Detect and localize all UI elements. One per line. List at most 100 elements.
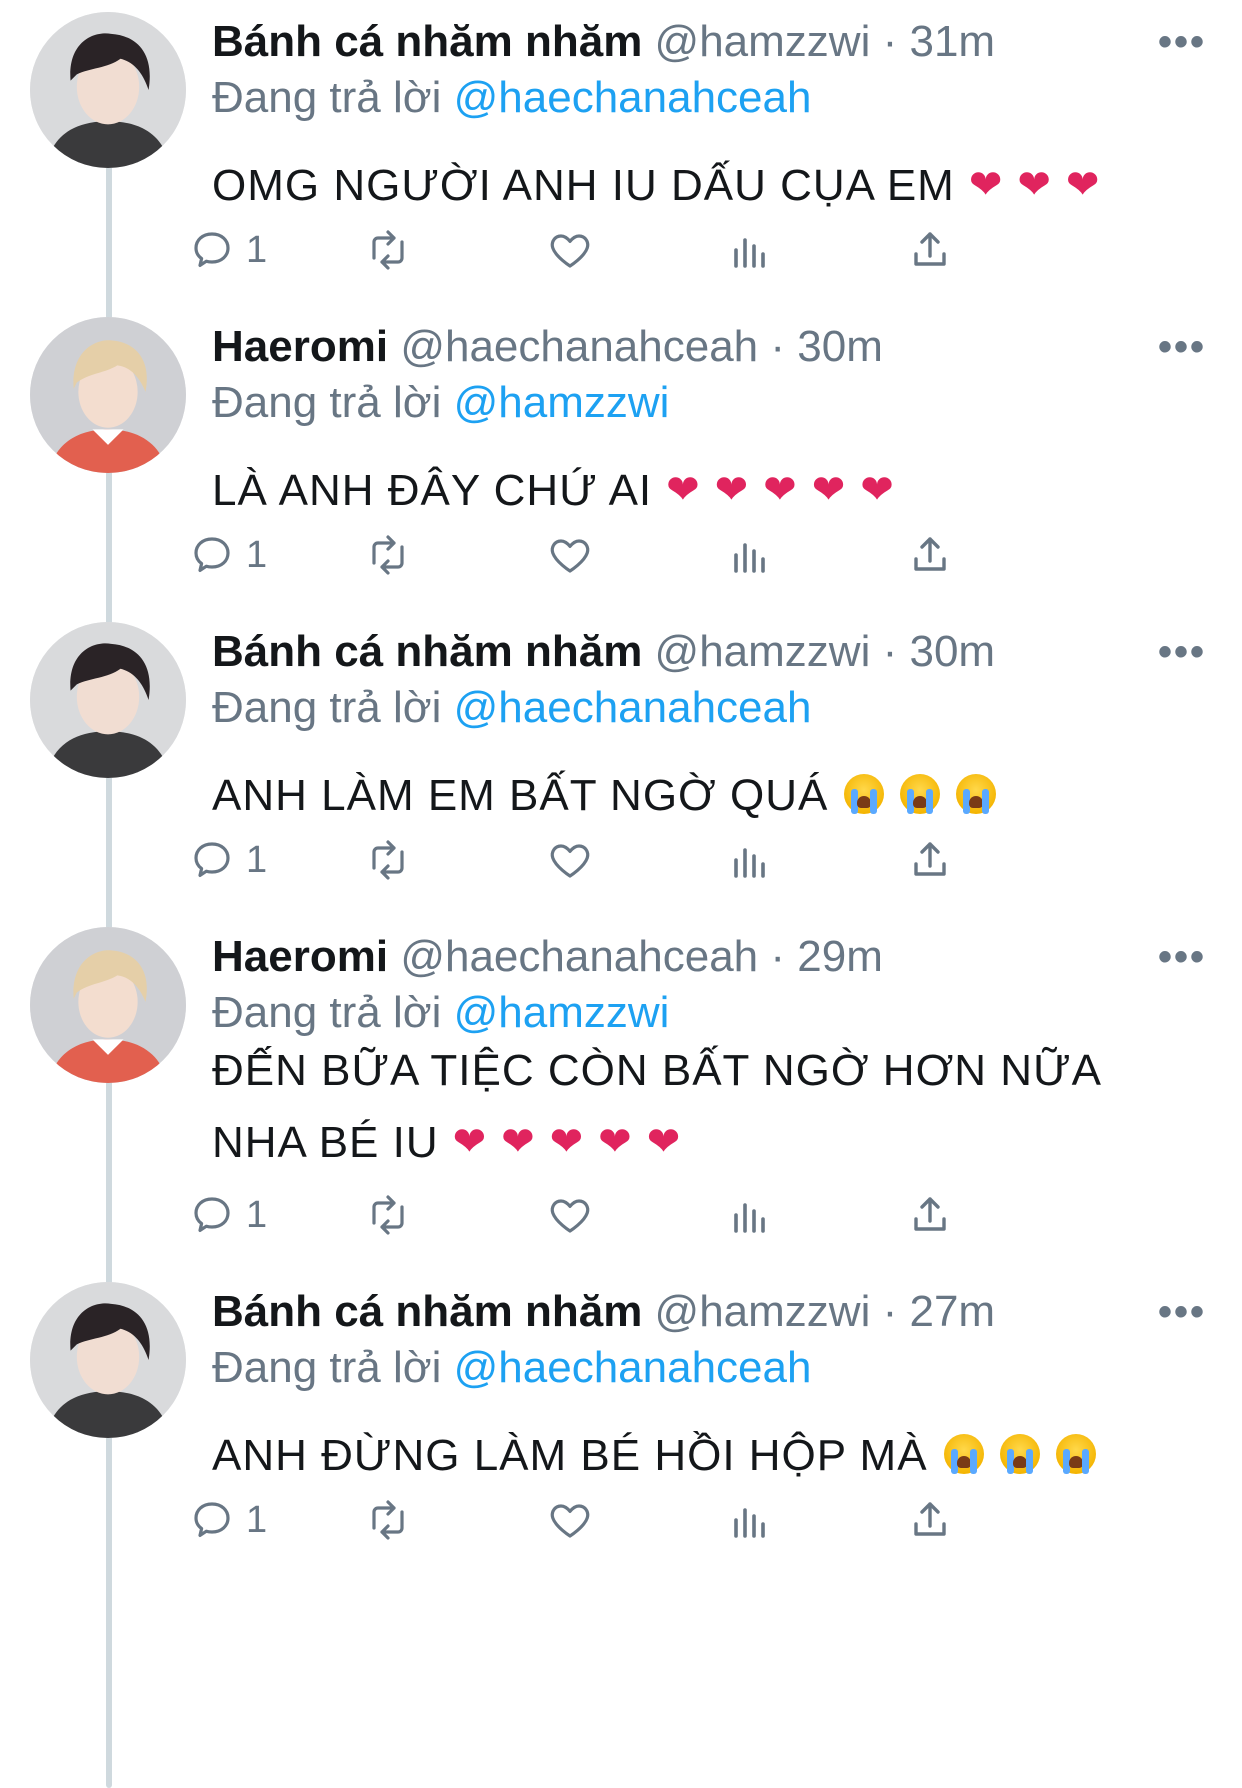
replying-to-mention[interactable]: @hamzzwi [454, 988, 670, 1037]
replying-to-line: Đang trả lời @hamzzwi [212, 375, 669, 431]
reply-button[interactable]: 1 [188, 525, 267, 585]
replying-to-mention[interactable]: @haechanahceah [454, 73, 812, 122]
author-handle[interactable]: @hamzzwi [655, 17, 871, 66]
red-heart-icon: ❤ [714, 468, 750, 513]
retweet-icon [372, 535, 404, 575]
share-button[interactable] [906, 525, 954, 585]
author-name[interactable]: Haeromi [212, 932, 388, 981]
replying-prefix: Đang trả lời [212, 683, 442, 732]
avatar[interactable] [30, 622, 186, 778]
replying-to-line: Đang trả lời @haechanahceah [212, 70, 811, 126]
loudly-crying-face-icon [956, 774, 997, 815]
red-heart-icon: ❤ [860, 468, 895, 513]
replying-to-line: Đang trả lời @haechanahceah [212, 680, 811, 736]
analytics-bars-icon [734, 543, 765, 573]
retweet-button[interactable] [364, 220, 412, 280]
tweet-text-line: LÀ ANH ĐÂY CHỨ AI ❤ ❤ ❤ ❤ ❤ [212, 455, 895, 529]
replying-to-mention[interactable]: @haechanahceah [454, 1343, 812, 1392]
red-heart-icon: ❤ [549, 1120, 585, 1165]
author-name[interactable]: Bánh cá nhăm nhăm [212, 17, 642, 66]
reply-bubble-icon [194, 232, 230, 267]
author-name[interactable]: Bánh cá nhăm nhăm [212, 1287, 642, 1336]
analytics-button[interactable] [726, 830, 774, 890]
avatar[interactable] [30, 12, 186, 168]
red-heart-icon: ❤ [1065, 163, 1101, 208]
retweet-button[interactable] [364, 1185, 412, 1245]
replying-prefix: Đang trả lời [212, 378, 442, 427]
reply-count: 1 [246, 228, 268, 271]
tweet-text: ANH LÀM EM BẤT NGỜ QUÁ [212, 760, 997, 832]
retweet-button[interactable] [364, 1490, 412, 1550]
analytics-button[interactable] [726, 525, 774, 585]
tweet-text: OMG NGƯỜI ANH IU DẤU CỤA EM ❤ ❤ ❤ [212, 150, 1100, 224]
red-heart-icon: ❤ [646, 1120, 682, 1165]
tweet-time[interactable]: · 31m [883, 17, 995, 66]
analytics-bars-icon [734, 1203, 765, 1233]
heart-outline-icon [550, 234, 590, 268]
analytics-bars-icon [734, 238, 765, 268]
tweet-text: LÀ ANH ĐÂY CHỨ AI ❤ ❤ ❤ ❤ ❤ [212, 455, 895, 529]
author-handle[interactable]: @haechanahceah [400, 322, 758, 371]
tweet-time[interactable]: · 30m [770, 322, 882, 371]
more-dots-icon[interactable]: ••• [1158, 1284, 1206, 1340]
red-heart-icon: ❤ [452, 1120, 488, 1165]
loudly-crying-face-icon [900, 774, 941, 815]
red-heart-icon: ❤ [968, 163, 1004, 208]
replying-to-mention[interactable]: @haechanahceah [454, 683, 812, 732]
more-dots-icon[interactable]: ••• [1158, 319, 1206, 375]
reply-count: 1 [246, 1498, 268, 1541]
analytics-bars-icon [734, 1508, 765, 1538]
replying-prefix: Đang trả lời [212, 73, 442, 122]
avatar[interactable] [30, 1282, 186, 1438]
tweet-header: Bánh cá nhăm nhăm @hamzzwi · 27m [212, 1284, 995, 1340]
author-handle[interactable]: @hamzzwi [655, 1287, 871, 1336]
author-handle[interactable]: @haechanahceah [400, 932, 758, 981]
replying-to-mention[interactable]: @hamzzwi [454, 378, 670, 427]
reply-button[interactable]: 1 [188, 830, 267, 890]
red-heart-icon: ❤ [811, 468, 847, 513]
more-dots-icon[interactable]: ••• [1158, 624, 1206, 680]
analytics-button[interactable] [726, 1185, 774, 1245]
reply-bubble-icon [194, 842, 230, 877]
share-button[interactable] [906, 1490, 954, 1550]
tweet-actions: 1 [194, 220, 1092, 280]
reply-button[interactable]: 1 [188, 1185, 267, 1245]
share-upload-icon [914, 537, 946, 571]
more-dots-icon[interactable]: ••• [1158, 929, 1206, 985]
like-button[interactable] [546, 1185, 594, 1245]
like-button[interactable] [546, 830, 594, 890]
like-button[interactable] [546, 525, 594, 585]
tweet-text-line: ANH LÀM EM BẤT NGỜ QUÁ [212, 760, 997, 832]
like-button[interactable] [546, 1490, 594, 1550]
share-upload-icon [914, 232, 946, 266]
tweet-time[interactable]: · 29m [770, 932, 882, 981]
more-dots-icon[interactable]: ••• [1158, 14, 1206, 70]
hamzzwi-avatar-icon [30, 12, 186, 168]
analytics-button[interactable] [726, 220, 774, 280]
tweet-time[interactable]: · 27m [883, 1287, 995, 1336]
author-name[interactable]: Haeromi [212, 322, 388, 371]
like-button[interactable] [546, 220, 594, 280]
reply-button[interactable]: 1 [188, 1490, 267, 1550]
author-name[interactable]: Bánh cá nhăm nhăm [212, 627, 642, 676]
share-button[interactable] [906, 220, 954, 280]
reply-button[interactable]: 1 [188, 220, 267, 280]
reply-count: 1 [246, 838, 268, 881]
share-button[interactable] [906, 1185, 954, 1245]
tweet-header: Haeromi @haechanahceah · 30m [212, 319, 883, 375]
author-handle[interactable]: @hamzzwi [655, 627, 871, 676]
reply-count: 1 [246, 1193, 268, 1236]
analytics-button[interactable] [726, 1490, 774, 1550]
share-upload-icon [914, 1502, 946, 1536]
avatar[interactable] [30, 927, 186, 1083]
tweet-header: Bánh cá nhăm nhăm @hamzzwi · 31m [212, 14, 995, 70]
retweet-button[interactable] [364, 525, 412, 585]
red-heart-icon: ❤ [1017, 163, 1052, 208]
tweet-time[interactable]: · 30m [883, 627, 995, 676]
share-button[interactable] [906, 830, 954, 890]
avatar[interactable] [30, 317, 186, 473]
retweet-button[interactable] [364, 830, 412, 890]
loudly-crying-face-icon [999, 1434, 1040, 1475]
haechanahceah-avatar-icon [30, 927, 186, 1083]
heart-outline-icon [550, 539, 590, 573]
